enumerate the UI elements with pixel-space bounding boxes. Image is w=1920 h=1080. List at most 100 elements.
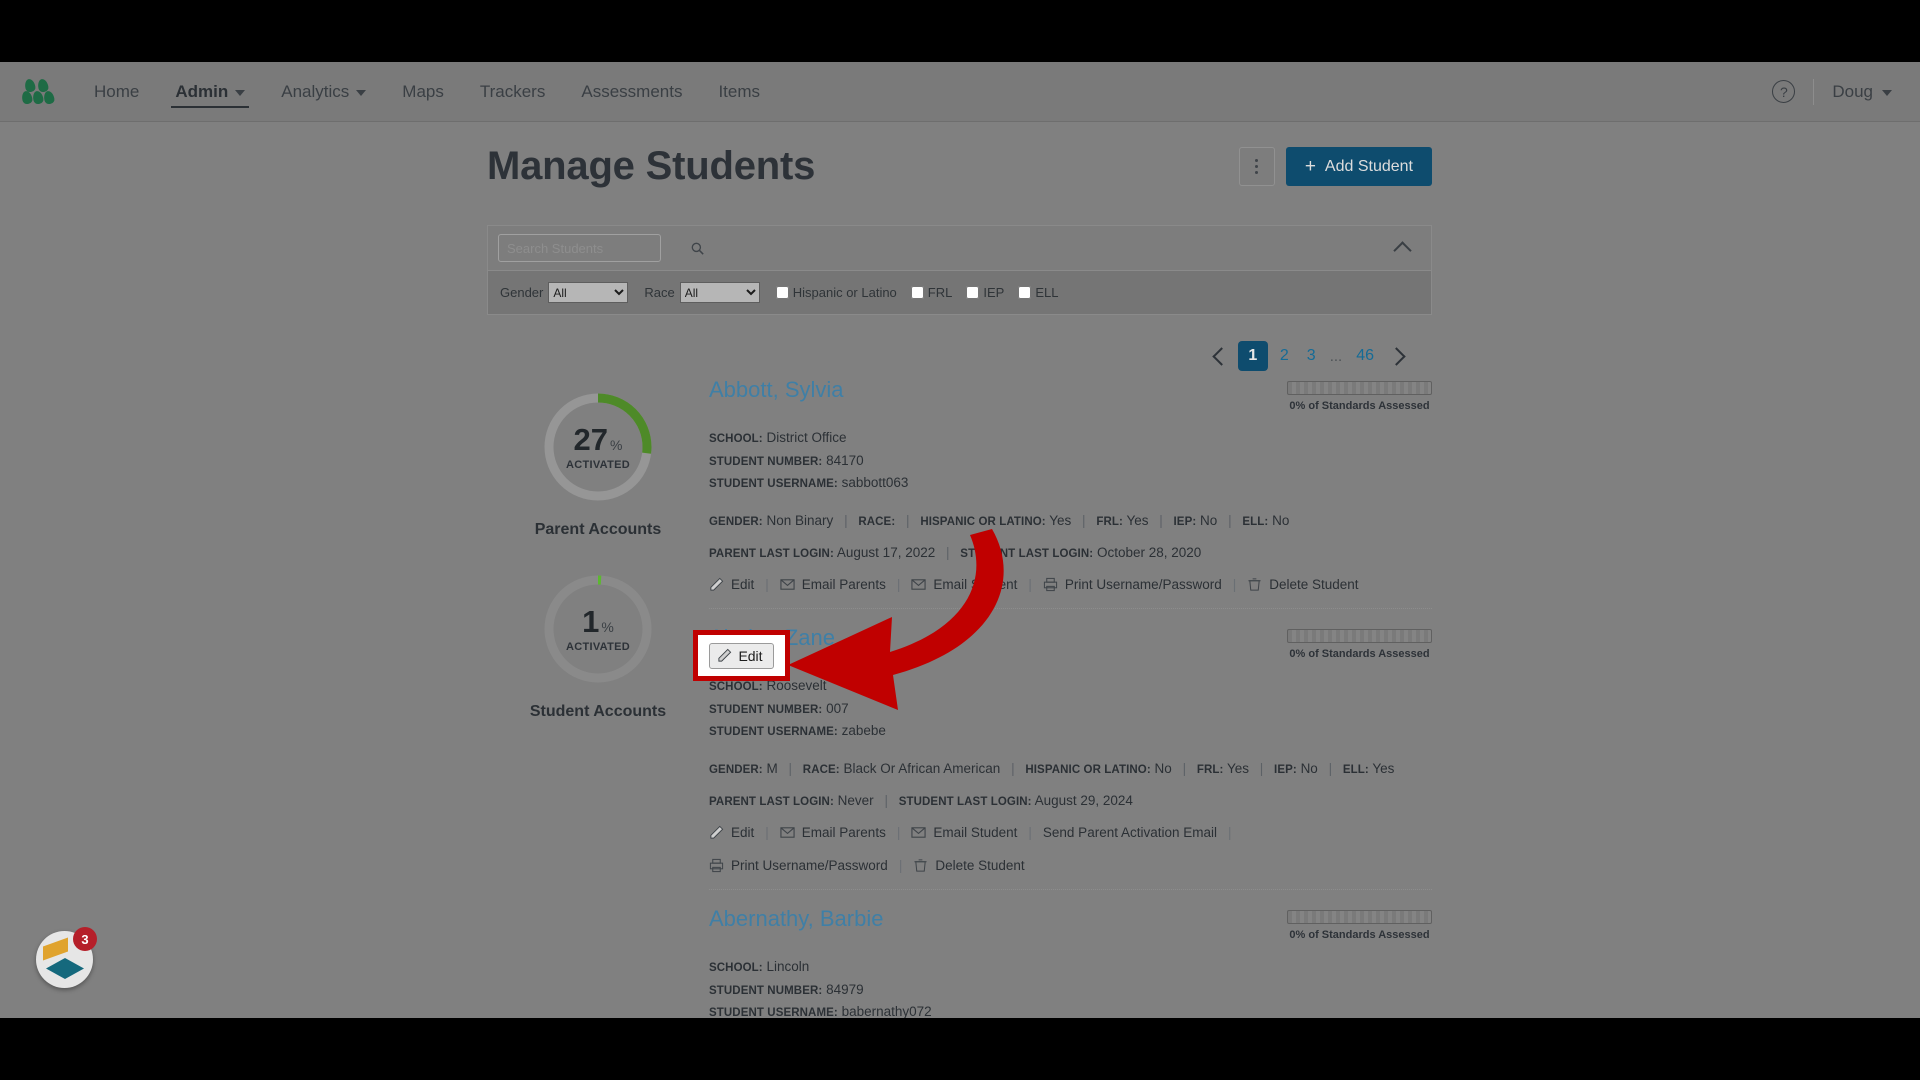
pagination-ellipsis: ... (1329, 347, 1343, 365)
delete-student-label: Delete Student (935, 858, 1025, 874)
chevron-down-icon (356, 89, 367, 96)
parent-last-login-value: Never (837, 793, 874, 809)
question-mark-icon[interactable]: ? (1772, 80, 1796, 103)
checkbox-iep-input[interactable] (966, 286, 980, 299)
nav-item-assessments[interactable]: Assessments (563, 62, 700, 122)
edit-button[interactable]: Edit (709, 642, 774, 669)
student-actions: Edit | Email Parents | (709, 825, 1432, 873)
filter-row: Gender All Race All Hispanic or Latino F… (488, 270, 1431, 314)
checkbox-iep[interactable]: IEP (966, 285, 1004, 300)
student-number-value: 84979 (826, 981, 864, 997)
iep-label: IEP: (1173, 516, 1197, 529)
gender-label: GENDER: (709, 764, 763, 777)
email-parents-action[interactable]: Email Parents (780, 825, 886, 840)
printer-icon (1043, 577, 1058, 592)
pagination-page-2[interactable]: 2 (1274, 341, 1295, 371)
chat-widget[interactable]: 3 (36, 927, 97, 988)
checkbox-hispanic-or-latino[interactable]: Hispanic or Latino (775, 285, 897, 300)
student-accounts-donut-center: 1 % ACTIVATED (542, 573, 654, 685)
email-parents-label: Email Parents (801, 577, 886, 593)
standards-progress-bar (1287, 381, 1432, 395)
print-credentials-label: Print Username/Password (1064, 577, 1222, 593)
envelope-icon (780, 825, 795, 840)
chevron-left-icon[interactable] (1206, 341, 1232, 371)
parent-last-login-value: August 17, 2022 (836, 545, 936, 561)
student-accounts-percent: 1 (582, 603, 600, 639)
pagination-page-1[interactable]: 1 (1237, 341, 1268, 371)
chat-badge: 3 (73, 927, 97, 951)
nav-item-items[interactable]: Items (700, 62, 778, 122)
frl-value: Yes (1226, 761, 1249, 777)
gender-filter-select[interactable]: All (548, 282, 629, 303)
nav-item-home[interactable]: Home (76, 62, 157, 122)
search-icon[interactable] (691, 242, 704, 255)
pencil-icon (717, 648, 732, 663)
student-name-link[interactable]: Abernathy, Barbie (709, 906, 883, 932)
race-label: RACE: (802, 764, 840, 777)
student-list-item: Abebe, Zane 0% of Standards Assessed SCH… (709, 625, 1432, 891)
ell-label: ELL: (1342, 764, 1369, 777)
print-credentials-action[interactable]: Print Username/Password (709, 858, 888, 873)
add-student-button[interactable]: + Add Student (1285, 147, 1432, 186)
email-parents-action[interactable]: Email Parents (780, 577, 886, 592)
filter-panel: Gender All Race All (487, 225, 1432, 315)
standards-progress-bar (1287, 910, 1432, 925)
search-row (488, 226, 1431, 270)
search-input[interactable] (499, 240, 691, 256)
race-filter-select[interactable]: All (679, 282, 760, 303)
student-actions: Edit | Email Parents | (709, 577, 1432, 592)
nav-item-assessments-label: Assessments (581, 81, 683, 101)
leaf-cluster-logo[interactable] (20, 77, 56, 105)
checkbox-ell-label: ELL (1035, 285, 1059, 300)
pagination-page-3[interactable]: 3 (1301, 341, 1322, 371)
student-progress: 0% of Standards Assessed (1287, 377, 1432, 412)
edit-student-action[interactable]: Edit (709, 577, 754, 592)
student-username-value: babernathy072 (841, 1004, 932, 1018)
action-separator: | (1228, 825, 1232, 841)
nav-item-maps[interactable]: Maps (384, 62, 462, 122)
parent-accounts-donut-chart: 27 % ACTIVATED (542, 391, 654, 503)
user-name: Doug (1832, 81, 1873, 101)
parent-last-login-label: PARENT LAST LOGIN: (709, 796, 834, 809)
email-student-action[interactable]: Email Student (911, 577, 1017, 592)
student-username-row: STUDENT USERNAME: babernathy072 (709, 1001, 1432, 1018)
checkbox-hispanic-or-latino-input[interactable] (775, 286, 789, 299)
student-fields: SCHOOL: Lincoln STUDENT NUMBER: 84979 ST… (709, 956, 1432, 1018)
nav-item-trackers-label: Trackers (479, 81, 546, 101)
student-fields: SCHOOL: District Office STUDENT NUMBER: … (709, 427, 1432, 495)
delete-student-action[interactable]: Delete Student (913, 858, 1025, 874)
nav-item-admin[interactable]: Admin (157, 62, 263, 122)
hispanic-value: Yes (1049, 513, 1072, 529)
chevron-right-icon[interactable] (1386, 341, 1412, 371)
send-parent-activation-action[interactable]: Send Parent Activation Email (1043, 825, 1217, 840)
delete-student-action[interactable]: Delete Student (1247, 577, 1359, 592)
pagination-page-last[interactable]: 46 (1350, 341, 1380, 371)
email-student-action[interactable]: Email Student (911, 825, 1017, 840)
field-separator: | (1082, 513, 1086, 529)
nav-item-trackers[interactable]: Trackers (462, 62, 564, 122)
field-separator: | (788, 761, 793, 777)
checkbox-frl-input[interactable] (910, 286, 924, 299)
search-box[interactable] (498, 234, 704, 262)
student-header: Abebe, Zane 0% of Standards Assessed (709, 625, 1432, 660)
more-options-icon[interactable] (1238, 147, 1275, 186)
race-filter-label: Race (644, 285, 675, 300)
student-school-row: SCHOOL: Roosevelt (709, 675, 1432, 698)
chevron-up-icon[interactable] (1395, 239, 1411, 255)
edit-student-action[interactable]: Edit (709, 825, 754, 840)
student-last-login-value: October 28, 2020 (1096, 545, 1202, 561)
checkbox-frl[interactable]: FRL (910, 285, 952, 300)
student-name-link[interactable]: Abbott, Sylvia (709, 377, 844, 403)
envelope-icon (780, 577, 795, 592)
checkbox-ell[interactable]: ELL (1018, 285, 1058, 300)
ell-value: No (1272, 513, 1290, 529)
field-separator: | (844, 513, 848, 529)
school-value: Lincoln (766, 959, 810, 975)
nav-links: Home Admin Analytics Maps Trackers Asses… (76, 62, 778, 122)
print-credentials-action[interactable]: Print Username/Password (1043, 577, 1222, 592)
nav-item-analytics[interactable]: Analytics (263, 62, 384, 122)
checkbox-ell-input[interactable] (1018, 286, 1032, 299)
race-value: Black Or African American (843, 761, 1001, 777)
parent-accounts-percent: 27 (573, 421, 609, 457)
user-menu[interactable]: Doug (1832, 82, 1892, 102)
